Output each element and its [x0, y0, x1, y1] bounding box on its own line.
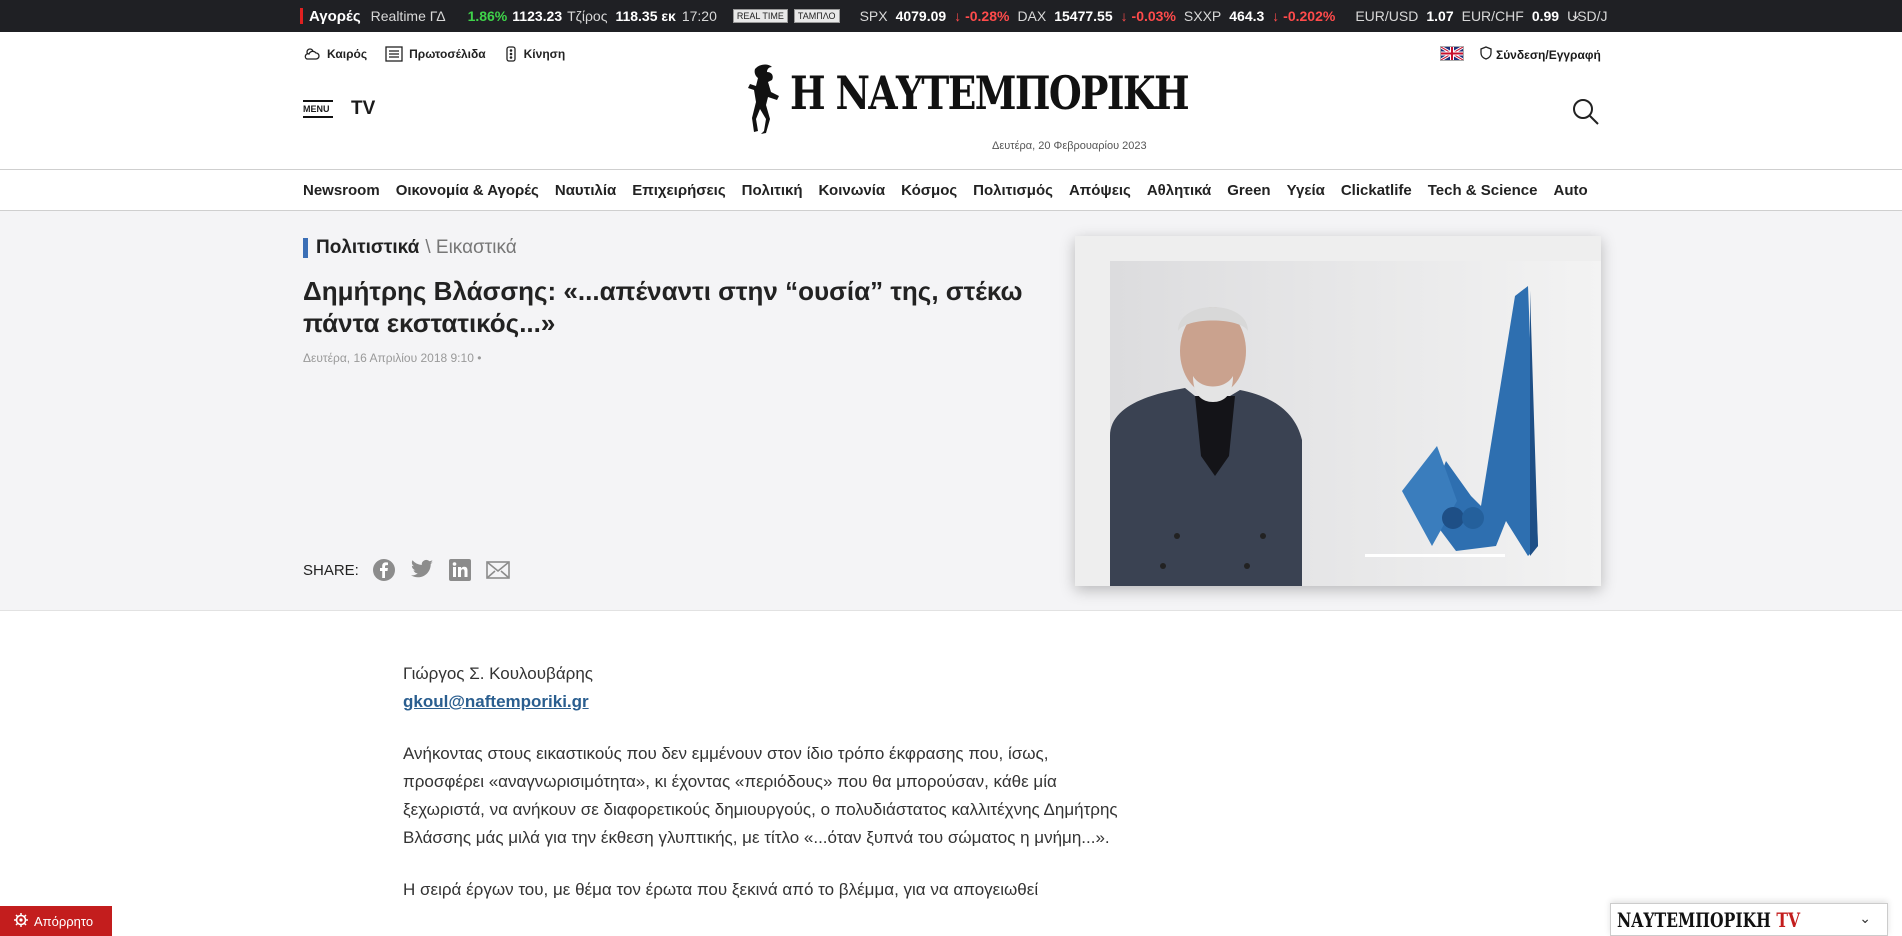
- weather-label: Καιρός: [327, 47, 368, 61]
- share-bar: SHARE:: [303, 557, 511, 583]
- gd-change: 1.86%: [467, 8, 508, 24]
- search-icon: [1573, 99, 1599, 125]
- nav-item-business[interactable]: Επιχειρήσεις: [632, 182, 725, 199]
- fx-name: EUR/CHF: [1461, 8, 1524, 24]
- nav-item-newsroom[interactable]: Newsroom: [303, 182, 380, 199]
- nav-item-opinions[interactable]: Απόψεις: [1069, 182, 1131, 199]
- index-name: SPX: [859, 8, 888, 24]
- nav-item-health[interactable]: Υγεία: [1287, 182, 1325, 199]
- facebook-icon[interactable]: [371, 557, 397, 583]
- twitter-icon[interactable]: [409, 557, 435, 583]
- email-icon[interactable]: [485, 557, 511, 583]
- nav-item-clickatlife[interactable]: Clickatlife: [1341, 182, 1412, 199]
- menu-button[interactable]: MENU: [303, 100, 333, 118]
- fx-value: 0.99: [1531, 8, 1560, 24]
- login-label: Σύνδεση/Εγγραφή: [1496, 47, 1601, 62]
- chevron-down-icon[interactable]: ⌄: [1859, 910, 1871, 927]
- category-link[interactable]: Πολιτιστικά: [316, 237, 419, 259]
- header-utility-links: Καιρός Πρωτοσέλιδα Κίνηση: [303, 46, 565, 62]
- menu-area: MENU TV: [303, 98, 375, 120]
- nav-item-politics[interactable]: Πολιτική: [742, 182, 803, 199]
- index-change: ↓ -0.03%: [1120, 8, 1176, 24]
- author-email-link[interactable]: gkoul@naftemporiki.gr: [403, 692, 589, 711]
- fx-name: EUR/USD: [1355, 8, 1419, 24]
- index-value: 4079.09: [895, 8, 947, 24]
- weather-icon: [303, 46, 321, 62]
- realtime-button[interactable]: REAL TIME: [732, 9, 788, 23]
- traffic-light-icon: [504, 46, 518, 62]
- traffic-label: Κίνηση: [523, 47, 566, 61]
- index-name: DAX: [1017, 8, 1047, 24]
- tv-widget-logo: ΝΑΥΤΕΜΠΟΡΙΚΗ TV: [1617, 908, 1800, 932]
- privacy-button[interactable]: Απόρρητο: [0, 906, 112, 936]
- tv-player-widget[interactable]: ΝΑΥΤΕΜΠΟΡΙΚΗ TV ⌄: [1610, 903, 1888, 936]
- nav-item-culture[interactable]: Πολιτισμός: [973, 182, 1053, 199]
- article-title: Δημήτρης Βλάσσης: «...απέναντι στην “ουσ…: [303, 276, 1023, 338]
- article-paragraph: Ανήκοντας στους εικαστικούς που δεν εμμέ…: [403, 744, 1118, 847]
- article-author: Γιώργος Σ. Κουλουβάρης: [403, 664, 593, 683]
- main-navigation: Newsroom Οικονομία & Αγορές Ναυτιλία Επι…: [0, 171, 1902, 211]
- article-photo: [1075, 236, 1601, 586]
- index-change: ↓ -0.202%: [1272, 8, 1336, 24]
- index-value: 464.3: [1229, 8, 1265, 24]
- market-ticker: Αγορές Realtime ΓΔ 1.86% 1123.23 Τζίρος …: [0, 0, 1902, 32]
- fx-value: 1.07: [1426, 8, 1454, 24]
- board-button[interactable]: ΤΑΜΠΛΟ: [793, 9, 840, 23]
- menu-label: MENU: [303, 104, 330, 114]
- share-label: SHARE:: [303, 561, 359, 579]
- nav-item-world[interactable]: Κόσμος: [901, 182, 957, 199]
- search-button[interactable]: [1572, 98, 1600, 131]
- current-date: Δευτέρα, 20 Φεβρουαρίου 2023: [992, 140, 1147, 152]
- article-paragraph: Η σειρά έργων του, με θέμα τον έρωτα που…: [403, 880, 1039, 899]
- ticker-realtime: Realtime ΓΔ: [370, 8, 446, 24]
- nav-item-auto[interactable]: Auto: [1554, 182, 1588, 199]
- article-body: Γιώργος Σ. Κουλουβάρης gkoul@naftemporik…: [403, 660, 1133, 904]
- traffic-link[interactable]: Κίνηση: [504, 46, 566, 62]
- category-marker: [303, 238, 308, 258]
- ticker-label[interactable]: Αγορές: [309, 8, 361, 25]
- frontpages-label: Πρωτοσέλιδα: [409, 47, 486, 61]
- english-flag-icon[interactable]: [1440, 45, 1464, 62]
- gear-icon: [14, 912, 28, 930]
- login-link[interactable]: Σύνδεση/Εγγραφή: [1480, 46, 1601, 63]
- nav-item-sports[interactable]: Αθλητικά: [1147, 182, 1211, 199]
- subcategory-link[interactable]: \ Εικαστικά: [425, 237, 516, 259]
- breadcrumb: Πολιτιστικά \ Εικαστικά: [303, 237, 517, 259]
- turnover-value: 118.35 εκ: [615, 8, 676, 24]
- linkedin-icon[interactable]: [447, 557, 473, 583]
- logo-text: Η ΝΑΥΤΕΜΠΟΡΙΚΗ: [790, 66, 1190, 120]
- index-value: 15477.55: [1054, 8, 1113, 24]
- hermes-logo-icon: [748, 64, 779, 134]
- publish-date: Δευτέρα, 16 Απριλίου 2018 9:10 •: [303, 351, 482, 365]
- site-header: Καιρός Πρωτοσέλιδα Κίνηση MENU TV Η ΝΑΥΤ…: [0, 32, 1902, 170]
- article-hero: Πολιτιστικά \ Εικαστικά Δημήτρης Βλάσσης…: [0, 211, 1902, 611]
- frontpages-link[interactable]: Πρωτοσέλιδα: [385, 46, 486, 62]
- tv-link[interactable]: TV: [351, 98, 375, 120]
- ticker-expand-chevron-icon[interactable]: ⌄: [1570, 6, 1582, 23]
- tv-suffix: TV: [1776, 907, 1801, 932]
- site-logo[interactable]: Η ΝΑΥΤΕΜΠΟΡΙΚΗ Δευτέρα, 20 Φεβρουαρίου 2…: [742, 62, 1190, 152]
- tv-brand: ΝΑΥΤΕΜΠΟΡΙΚΗ: [1617, 907, 1771, 932]
- nav-item-shipping[interactable]: Ναυτιλία: [555, 182, 616, 199]
- nav-item-tech-science[interactable]: Tech & Science: [1428, 182, 1538, 199]
- ticker-marker: [300, 8, 303, 24]
- ticker-time: 17:20: [681, 8, 717, 24]
- privacy-label: Απόρρητο: [34, 913, 94, 929]
- shield-icon: [1480, 46, 1492, 63]
- nav-item-society[interactable]: Κοινωνία: [819, 182, 886, 199]
- nav-item-economy[interactable]: Οικονομία & Αγορές: [396, 182, 539, 199]
- index-name: SXXP: [1183, 8, 1222, 24]
- newspaper-icon: [385, 46, 403, 62]
- weather-link[interactable]: Καιρός: [303, 46, 367, 62]
- index-change: ↓ -0.28%: [954, 8, 1010, 24]
- gd-value: 1123.23: [512, 8, 563, 24]
- nav-item-green[interactable]: Green: [1227, 182, 1270, 199]
- turnover-label: Τζίρος: [567, 8, 608, 24]
